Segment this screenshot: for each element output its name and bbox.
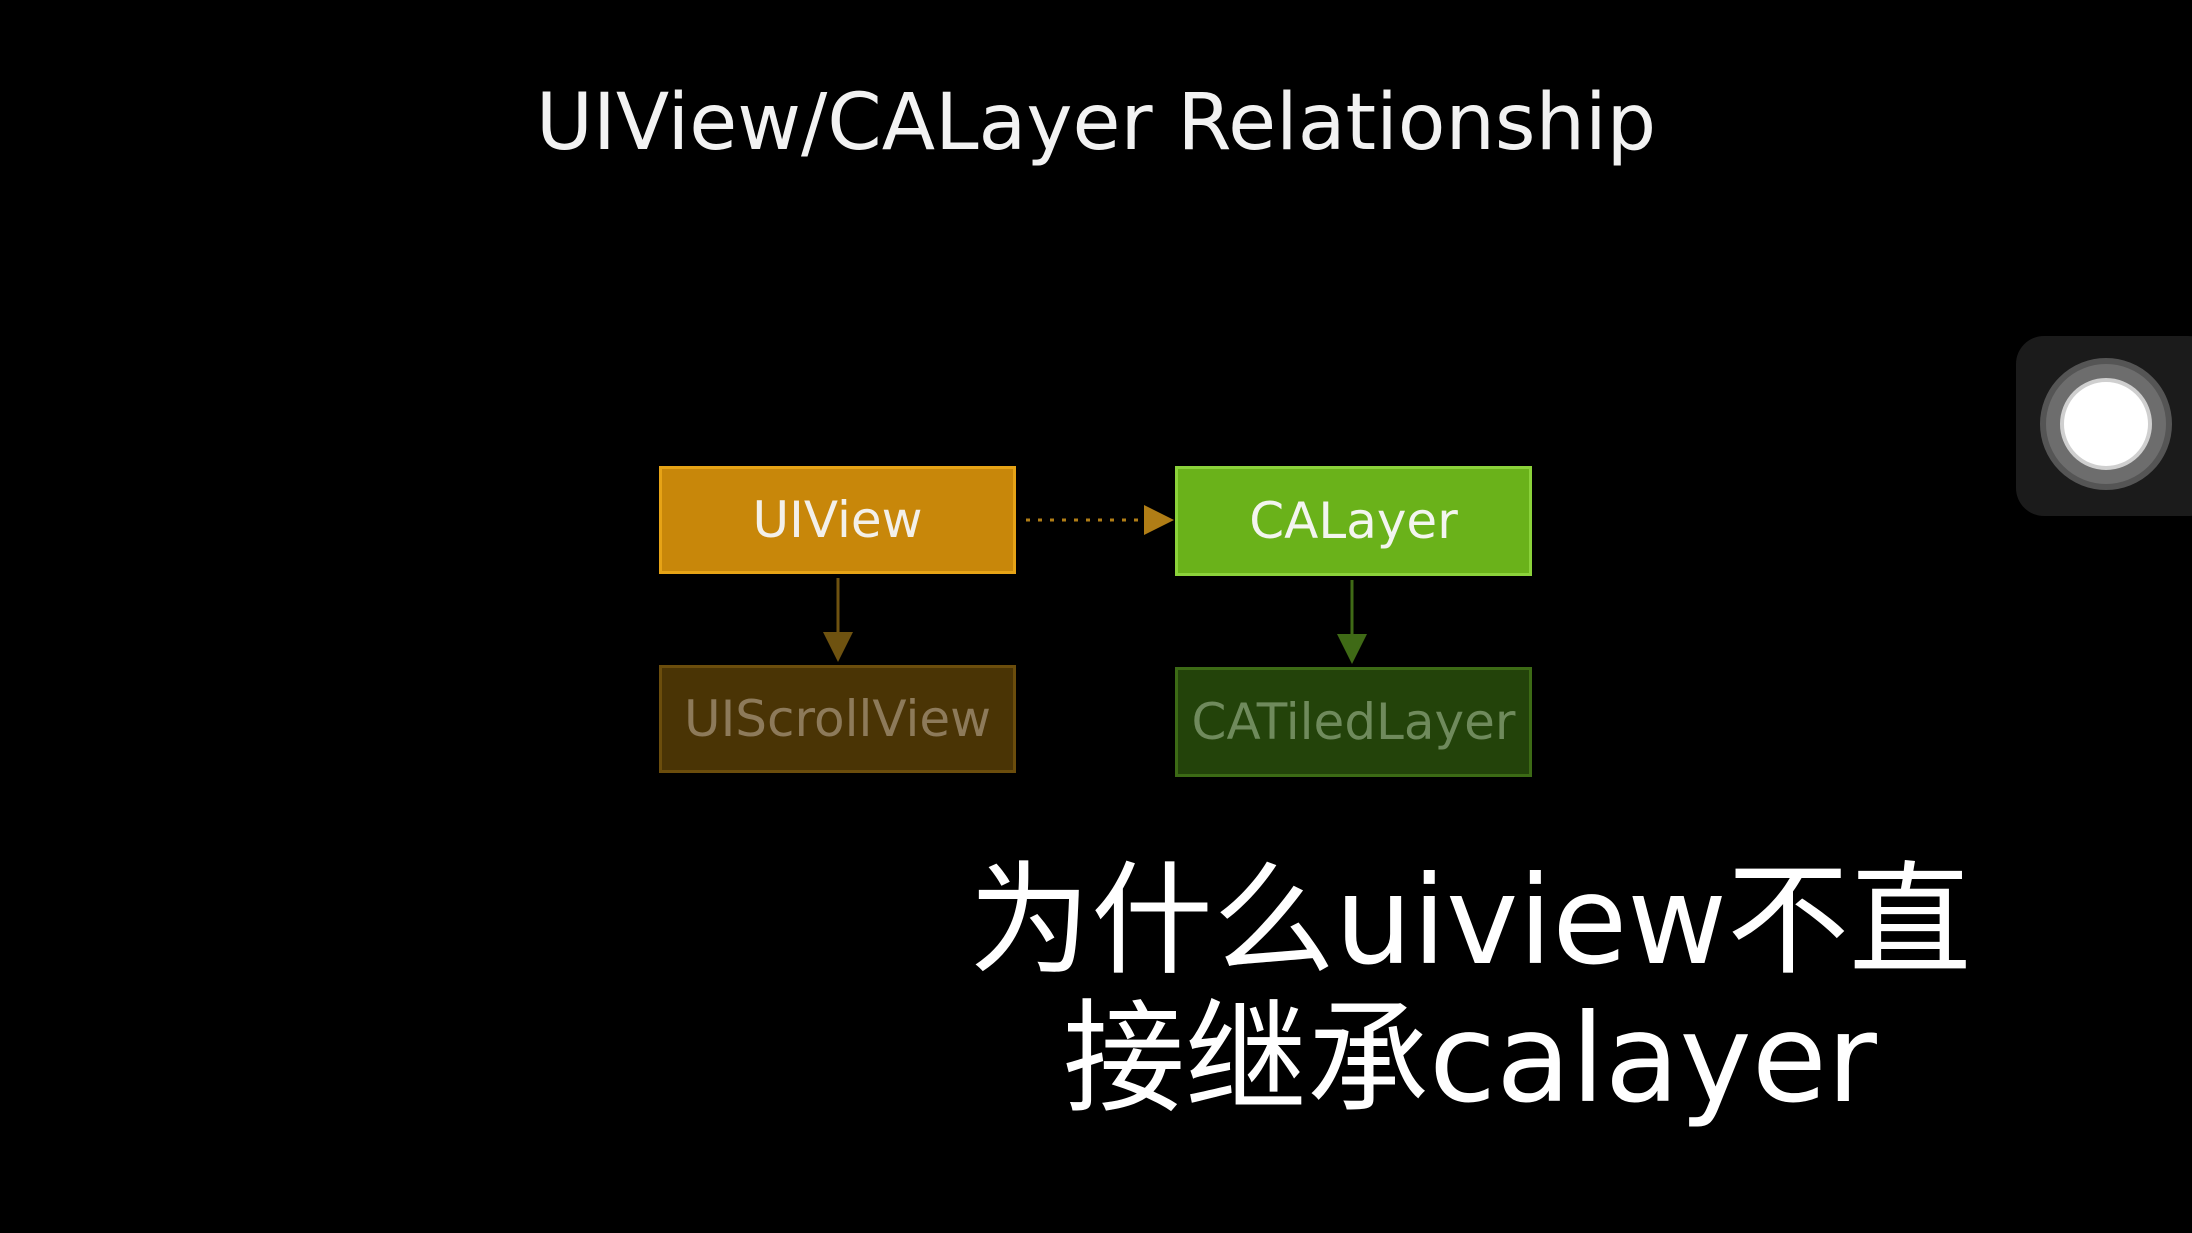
node-calayer: CALayer (1175, 466, 1532, 576)
node-uiview: UIView (659, 466, 1016, 574)
node-catiledlayer-label: CATiledLayer (1191, 693, 1516, 751)
node-uiview-label: UIView (752, 491, 923, 549)
node-uiscrollview: UIScrollView (659, 665, 1016, 773)
node-uiscrollview-label: UIScrollView (683, 690, 992, 748)
node-calayer-label: CALayer (1249, 492, 1458, 550)
assistive-touch-inner-circle (2060, 378, 2152, 470)
subtitle-line-1: 为什么uiview不直 (968, 850, 1972, 992)
slide-canvas: UIView/CALayer Relationship UIView CALay… (0, 0, 2192, 1233)
subtitle-line-2: 接继承calayer (1063, 988, 1877, 1130)
slide-title: UIView/CALayer Relationship (535, 78, 1657, 168)
node-catiledlayer: CATiledLayer (1175, 667, 1532, 777)
